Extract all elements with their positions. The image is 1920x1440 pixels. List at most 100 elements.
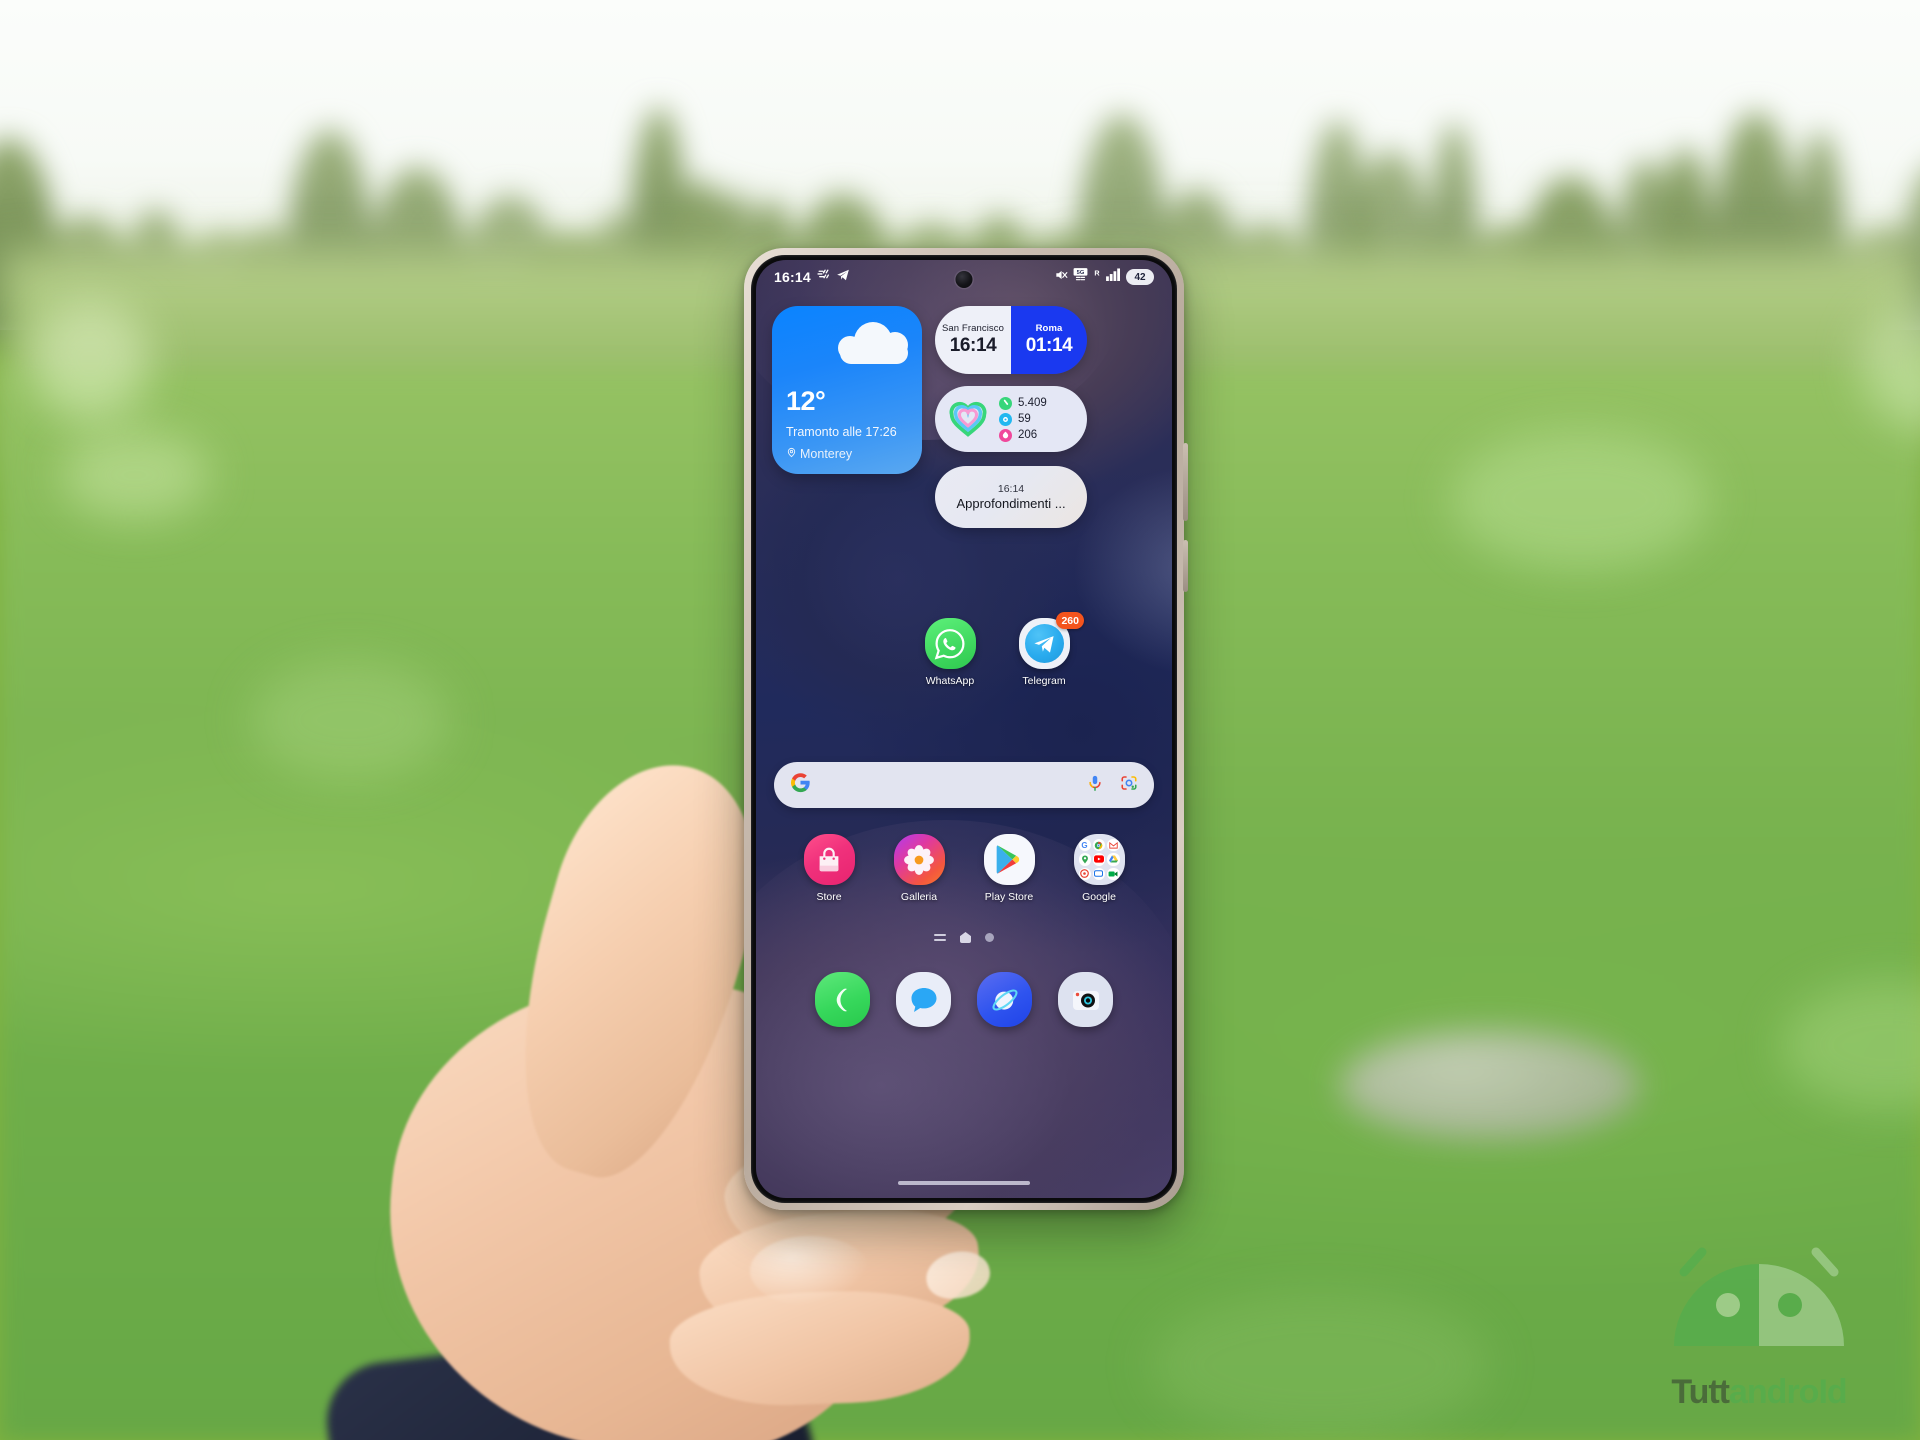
main-app-row: Store Galleria Play Store G Google xyxy=(756,834,1172,903)
steps-icon xyxy=(999,397,1012,410)
bokeh-spot xyxy=(60,430,210,520)
clock-city-san-francisco[interactable]: San Francisco 16:14 xyxy=(935,306,1011,374)
watermark-text-dark: Tutt xyxy=(1671,1373,1729,1411)
camera-icon[interactable] xyxy=(1058,972,1113,1027)
dual-clock-widget[interactable]: San Francisco 16:14 Roma 01:14 xyxy=(935,306,1087,374)
volume-button[interactable] xyxy=(1183,443,1188,521)
insight-time: 16:14 xyxy=(998,483,1024,495)
bokeh-spot xyxy=(1150,1290,1490,1440)
health-stat-value: 59 xyxy=(1018,413,1031,425)
health-stat-row: 206 xyxy=(999,429,1047,442)
microphone-icon[interactable] xyxy=(1086,774,1104,797)
weather-location: Monterey xyxy=(786,447,852,461)
meet-icon xyxy=(1107,868,1119,880)
play-store-icon xyxy=(984,834,1035,885)
weather-sunset: Tramonto alle 17:26 xyxy=(786,425,897,439)
widget-area: 12° Tramonto alle 17:26 Monterey San Fra… xyxy=(756,306,1172,528)
watermark: TuttandroId xyxy=(1634,1230,1884,1420)
health-stats: 5.409 59 206 xyxy=(999,397,1047,442)
location-pin-icon xyxy=(786,447,797,461)
messaging-app-row: WhatsApp 260 Telegram xyxy=(756,618,1172,687)
front-camera-punch-hole xyxy=(956,271,973,288)
app-play-store[interactable]: Play Store xyxy=(975,834,1043,903)
app-galleria[interactable]: Galleria xyxy=(885,834,953,903)
right-widget-column: San Francisco 16:14 Roma 01:14 5.409 59 … xyxy=(935,306,1087,528)
app-telegram[interactable]: 260 Telegram xyxy=(1010,618,1078,687)
power-button[interactable] xyxy=(1183,540,1188,592)
google-lens-icon[interactable] xyxy=(1120,774,1138,797)
clock-city-name: Roma xyxy=(1036,323,1063,334)
svg-text:R: R xyxy=(1094,268,1100,277)
drive-icon xyxy=(1107,853,1119,865)
app-label: Play Store xyxy=(985,891,1033,903)
bokeh-spot xyxy=(30,300,150,420)
bokeh-spot xyxy=(1450,430,1710,570)
app-label: Google xyxy=(1082,891,1116,903)
browser-planet-icon[interactable] xyxy=(977,972,1032,1027)
gmail-icon xyxy=(1107,839,1119,851)
weather-temperature: 12° xyxy=(786,386,825,417)
status-left-group: 16:14 xyxy=(774,268,850,287)
app-list-icon[interactable] xyxy=(934,934,946,941)
cloud-icon xyxy=(838,322,910,366)
telegram-icon xyxy=(836,268,850,287)
insight-widget[interactable]: 16:14 Approfondimenti ... xyxy=(935,466,1087,528)
svg-text:5G: 5G xyxy=(1077,270,1085,276)
health-stat-row: 5.409 xyxy=(999,397,1047,410)
watermark-text: TuttandroId xyxy=(1634,1373,1884,1412)
google-search-bar[interactable] xyxy=(774,762,1154,808)
photos-icon xyxy=(1079,868,1091,880)
phone-icon[interactable] xyxy=(815,972,870,1027)
weather-location-label: Monterey xyxy=(800,447,852,461)
phone-bezel: 16:14 5G R 42 12° Tramonto alle 17:26 Mo… xyxy=(751,255,1177,1203)
google-g-icon xyxy=(790,772,811,798)
mute-icon xyxy=(1054,268,1068,287)
weather-widget[interactable]: 12° Tramonto alle 17:26 Monterey xyxy=(772,306,922,474)
clock-city-time: 16:14 xyxy=(950,335,997,357)
whatsapp-icon xyxy=(925,618,976,669)
roaming-icon: R xyxy=(1093,268,1101,286)
app-store[interactable]: Store xyxy=(795,834,863,903)
rock xyxy=(1340,1030,1640,1140)
app-whatsapp[interactable]: WhatsApp xyxy=(916,618,984,687)
watermark-text-green: androId xyxy=(1729,1373,1847,1411)
app-label: Telegram xyxy=(1022,675,1065,687)
clock-city-name: San Francisco xyxy=(942,323,1004,334)
status-clock: 16:14 xyxy=(774,269,811,285)
insight-text: Approfondimenti ... xyxy=(956,496,1065,511)
app-label: Galleria xyxy=(901,891,937,903)
app-google-folder[interactable]: G Google xyxy=(1065,834,1133,903)
smartphone-device: 16:14 5G R 42 12° Tramonto alle 17:26 Mo… xyxy=(744,248,1184,1210)
home-gesture-bar[interactable] xyxy=(898,1181,1030,1185)
google-folder-icon: G xyxy=(1074,834,1125,885)
distance-icon xyxy=(999,413,1012,426)
search-action-icons xyxy=(1086,774,1138,797)
page-indicator xyxy=(756,932,1172,943)
status-right-group: 5G R 42 xyxy=(1054,267,1154,287)
calories-icon xyxy=(999,429,1012,442)
bokeh-spot xyxy=(250,660,450,780)
google-app-icon: G xyxy=(1079,839,1091,851)
clock-city-roma[interactable]: Roma 01:14 xyxy=(1011,306,1087,374)
health-stat-value: 5.409 xyxy=(1018,397,1047,409)
page-dot-icon[interactable] xyxy=(985,933,994,942)
app-label: WhatsApp xyxy=(926,675,974,687)
galaxy-store-icon xyxy=(804,834,855,885)
messages-icon[interactable] xyxy=(896,972,951,1027)
dock xyxy=(756,972,1172,1027)
app-label: Store xyxy=(816,891,841,903)
chrome-icon xyxy=(1093,839,1105,851)
knuckle-2 xyxy=(750,1236,870,1306)
maps-icon xyxy=(1079,853,1091,865)
phone-screen[interactable]: 16:14 5G R 42 12° Tramonto alle 17:26 Mo… xyxy=(756,260,1172,1198)
clock-city-time: 01:14 xyxy=(1026,335,1073,357)
activity-rings-heart-icon xyxy=(948,400,988,438)
health-stat-value: 206 xyxy=(1018,429,1037,441)
health-widget[interactable]: 5.409 59 206 xyxy=(935,386,1087,452)
weather-rain-icon xyxy=(817,268,830,286)
youtube-icon xyxy=(1093,853,1105,865)
home-page-icon[interactable] xyxy=(960,932,971,943)
gallery-icon xyxy=(894,834,945,885)
battery-indicator: 42 xyxy=(1126,269,1154,285)
messages-icon xyxy=(1093,868,1105,880)
